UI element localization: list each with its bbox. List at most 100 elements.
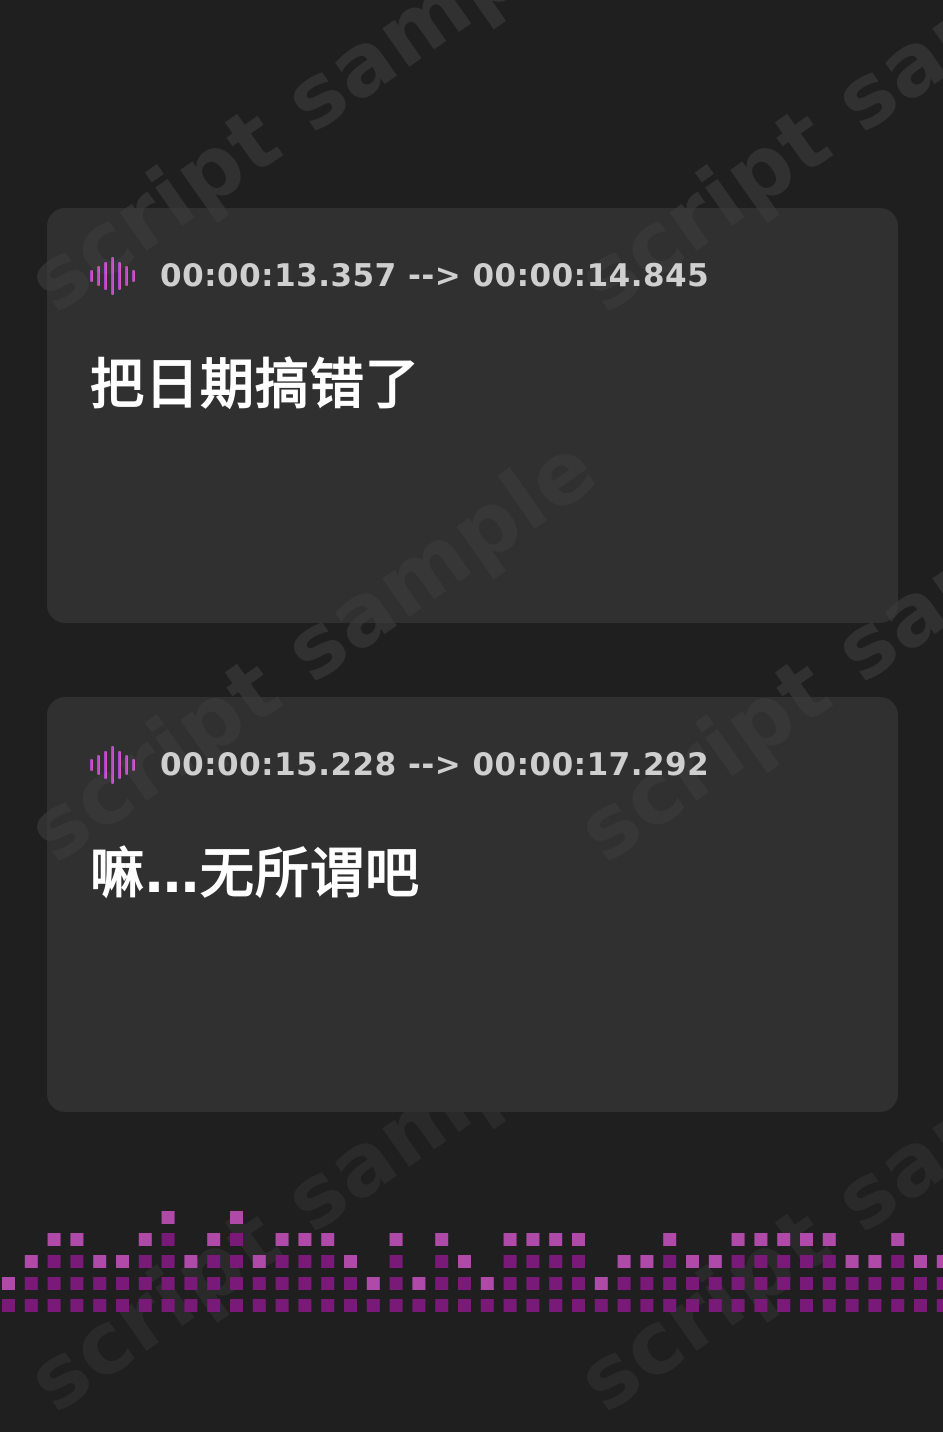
equalizer-block — [594, 1277, 608, 1290]
equalizer-block — [344, 1255, 357, 1268]
equalizer-block — [161, 1277, 175, 1290]
equalizer-block — [184, 1277, 198, 1290]
equalizer-block — [435, 1233, 449, 1246]
equalizer-block — [435, 1255, 449, 1268]
equalizer-block — [822, 1277, 836, 1290]
equalizer-block — [800, 1233, 813, 1246]
watermark-overlay: script sample script sample script sampl… — [0, 0, 943, 1320]
equalizer-block — [640, 1277, 654, 1290]
equalizer-block — [70, 1277, 84, 1290]
equalizer-block — [617, 1255, 631, 1268]
equalizer-block — [891, 1299, 905, 1312]
equalizer-block — [503, 1233, 517, 1246]
equalizer-block — [275, 1255, 289, 1268]
equalizer-block — [2, 1299, 15, 1312]
equalizer-block — [70, 1233, 84, 1246]
equalizer-block — [663, 1277, 677, 1290]
equalizer-block — [412, 1277, 426, 1290]
equalizer-block — [754, 1277, 768, 1290]
equalizer-decoration — [2, 1211, 943, 1312]
equalizer-block — [708, 1255, 722, 1268]
equalizer-block — [731, 1299, 745, 1312]
equalizer-block — [663, 1233, 677, 1246]
equalizer-block — [594, 1299, 608, 1312]
equalizer-block — [800, 1277, 813, 1290]
equalizer-block — [435, 1299, 449, 1312]
cue-header: 00:00:15.228 --> 00:00:17.292 — [89, 745, 709, 785]
equalizer-block — [914, 1299, 927, 1312]
equalizer-block — [116, 1277, 129, 1290]
equalizer-block — [230, 1277, 243, 1290]
equalizer-block — [366, 1299, 380, 1312]
equalizer-block — [138, 1277, 152, 1290]
equalizer-block — [708, 1299, 722, 1312]
equalizer-block — [800, 1299, 813, 1312]
equalizer-block — [93, 1299, 107, 1312]
equalizer-block — [936, 1299, 943, 1312]
equalizer-block — [116, 1255, 129, 1268]
cue-text: 把日期搞错了 — [90, 353, 420, 416]
equalizer-block — [549, 1233, 563, 1246]
equalizer-block — [321, 1255, 335, 1268]
subtitle-cue-card: 00:00:15.228 --> 00:00:17.292 嘛…无所谓吧 — [47, 697, 898, 1112]
equalizer-block — [731, 1233, 745, 1246]
equalizer-block — [47, 1233, 61, 1246]
equalizer-block — [458, 1277, 471, 1290]
equalizer-block — [572, 1233, 585, 1246]
equalizer-block — [640, 1299, 654, 1312]
equalizer-block — [777, 1299, 791, 1312]
equalizer-block — [275, 1233, 289, 1246]
equalizer-block — [686, 1299, 699, 1312]
equalizer-block — [686, 1255, 699, 1268]
watermark-background: script sample script sample script sampl… — [0, 0, 943, 1432]
equalizer-block — [230, 1255, 243, 1268]
equalizer-block — [914, 1255, 927, 1268]
equalizer-block — [845, 1299, 859, 1312]
equalizer-block — [252, 1299, 266, 1312]
subtitle-cue-card: 00:00:13.357 --> 00:00:14.845 把日期搞错了 — [47, 208, 898, 623]
equalizer-block — [230, 1299, 243, 1312]
equalizer-block — [184, 1299, 198, 1312]
equalizer-block — [70, 1255, 84, 1268]
equalizer-block — [754, 1299, 768, 1312]
equalizer-block — [663, 1255, 677, 1268]
equalizer-block — [526, 1299, 540, 1312]
equalizer-block — [480, 1277, 494, 1290]
equalizer-block — [458, 1299, 471, 1312]
equalizer-block — [503, 1299, 517, 1312]
equalizer-block — [24, 1255, 38, 1268]
equalizer-block — [572, 1255, 585, 1268]
equalizer-block — [207, 1233, 221, 1246]
equalizer-block — [435, 1277, 449, 1290]
sound-wave-icon — [90, 746, 135, 784]
equalizer-block — [412, 1299, 426, 1312]
equalizer-block — [47, 1299, 61, 1312]
equalizer-block — [344, 1277, 357, 1290]
equalizer-block — [777, 1277, 791, 1290]
equalizer-block — [93, 1277, 107, 1290]
sound-wave-icon — [90, 257, 135, 295]
equalizer-block — [549, 1255, 563, 1268]
equalizer-block — [845, 1277, 859, 1290]
equalizer-block — [366, 1277, 380, 1290]
cue-text: 嘛…无所谓吧 — [90, 842, 420, 905]
equalizer-block — [138, 1299, 152, 1312]
equalizer-block — [845, 1255, 859, 1268]
equalizer-block — [70, 1299, 84, 1312]
equalizer-block — [298, 1233, 312, 1246]
equalizer-block — [868, 1299, 882, 1312]
equalizer-block — [389, 1299, 403, 1312]
equalizer-block — [24, 1277, 38, 1290]
equalizer-block — [321, 1233, 335, 1246]
equalizer-block — [686, 1277, 699, 1290]
equalizer-block — [275, 1299, 289, 1312]
equalizer-block — [252, 1255, 266, 1268]
equalizer-block — [822, 1255, 836, 1268]
equalizer-block — [754, 1233, 768, 1246]
equalizer-block — [891, 1255, 905, 1268]
equalizer-block — [480, 1299, 494, 1312]
equalizer-block — [389, 1233, 403, 1246]
equalizer-block — [640, 1255, 654, 1268]
equalizer-block — [389, 1277, 403, 1290]
equalizer-block — [230, 1211, 243, 1224]
